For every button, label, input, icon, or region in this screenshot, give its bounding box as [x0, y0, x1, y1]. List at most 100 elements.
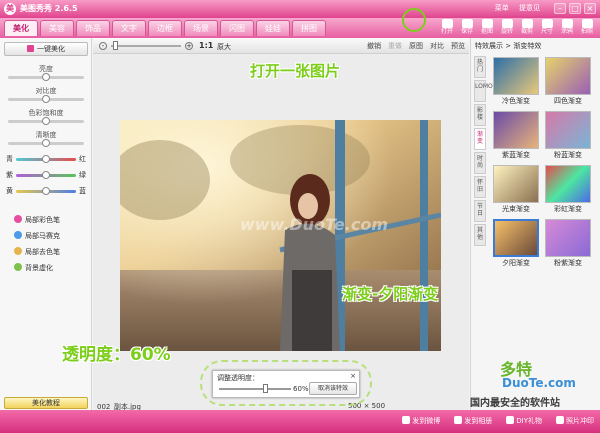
- opacity-slider-handle[interactable]: [263, 384, 268, 393]
- effect-thumb-1[interactable]: 四色渐变: [545, 57, 591, 105]
- color-slider-handle[interactable]: [42, 171, 50, 179]
- zoom-in-icon[interactable]: +: [185, 42, 193, 50]
- share-action-2[interactable]: DIY礼物: [506, 416, 542, 426]
- effect-thumb-4[interactable]: 光束渐变: [493, 165, 539, 213]
- effect-thumb-3[interactable]: 粉蓝渐变: [545, 111, 591, 159]
- local-tool-2[interactable]: 局部去色笔: [14, 247, 60, 257]
- effect-tab-1[interactable]: LOMO: [474, 80, 493, 102]
- wand-icon: [27, 45, 34, 52]
- adjust-slider[interactable]: [8, 95, 84, 103]
- color-slider-handle[interactable]: [42, 187, 50, 195]
- brush-icon: [14, 215, 22, 223]
- close-icon[interactable]: ×: [584, 3, 596, 14]
- tab-4[interactable]: 边框: [148, 20, 182, 36]
- effect-tab-6[interactable]: 节日: [474, 200, 486, 222]
- effect-preview: [545, 57, 591, 95]
- share-actions: 发到微博 发到相册 DIY礼物 照片冲印: [402, 416, 594, 426]
- effect-tab-7[interactable]: 其他: [474, 224, 486, 246]
- color-right-label: 蓝: [79, 187, 86, 195]
- feedback-link[interactable]: 提意见: [519, 4, 540, 12]
- effect-label: 夕阳渐变: [502, 259, 530, 267]
- beautify-tutorial-button[interactable]: 美化教程: [4, 397, 88, 409]
- toolbar-button-5[interactable]: 尺寸: [538, 19, 556, 37]
- menu-link[interactable]: 菜单: [495, 4, 509, 12]
- minimize-icon[interactable]: –: [554, 3, 566, 14]
- photo-canvas[interactable]: www.DuoTe.com: [120, 120, 441, 351]
- toolbar-button-0[interactable]: 打开: [438, 19, 456, 37]
- tab-8[interactable]: 拼图: [292, 20, 326, 36]
- share-action-1[interactable]: 发到相册: [454, 416, 492, 426]
- canvas-tool-4[interactable]: 预览: [451, 41, 465, 51]
- share-action-3[interactable]: 照片冲印: [556, 416, 594, 426]
- meitu-app-icon: 美: [4, 3, 16, 15]
- adjust-slider-row: 对比度: [8, 86, 84, 103]
- tab-6[interactable]: 闪图: [220, 20, 254, 36]
- share-label: 发到微博: [412, 417, 441, 425]
- toolbar-button-6[interactable]: 涂鸦: [558, 19, 576, 37]
- toolbar-button-3[interactable]: 旋转: [498, 19, 516, 37]
- canvas-tool-3[interactable]: 对比: [430, 41, 444, 51]
- effect-preview: [545, 165, 591, 203]
- slider-handle[interactable]: [42, 73, 50, 81]
- tab-1[interactable]: 美容: [40, 20, 74, 36]
- nav-bar: 美化 美容 饰品 文字 边框 场景 闪图 娃娃 拼图 打开 保存 抠图 旋转 裁剪 尺寸 涂鸦 拍照: [0, 18, 600, 38]
- tool-label: 局部彩色笔: [25, 216, 60, 224]
- effect-tab-3[interactable]: 渐变: [474, 128, 486, 150]
- local-tool-0[interactable]: 局部彩色笔: [14, 215, 60, 225]
- effect-label: 粉蓝渐变: [554, 151, 582, 159]
- toolbar-label: 旋转: [500, 28, 513, 35]
- logo-domain: DuoTe.com: [502, 376, 576, 390]
- effect-thumb-7[interactable]: 粉紫渐变: [545, 219, 591, 267]
- effect-tab-4[interactable]: 时尚: [474, 152, 486, 174]
- tab-0[interactable]: 美化: [4, 20, 38, 36]
- tab-5[interactable]: 场景: [184, 20, 218, 36]
- toolbar-button-1[interactable]: 保存: [458, 19, 476, 37]
- effect-preview: [493, 111, 539, 149]
- effect-tab-0[interactable]: 热门: [474, 56, 486, 78]
- actual-size-button[interactable]: 1:1: [199, 41, 213, 50]
- slider-handle[interactable]: [42, 95, 50, 103]
- share-action-0[interactable]: 发到微博: [402, 416, 440, 426]
- effect-thumb-6[interactable]: 夕阳渐变: [493, 219, 539, 267]
- effect-tab-5[interactable]: 怀旧: [474, 176, 486, 198]
- dialog-close-icon[interactable]: ×: [350, 372, 356, 380]
- toolbar-button-7[interactable]: 拍照: [578, 19, 596, 37]
- logo-slogan: 国内最安全的软件站: [470, 398, 560, 409]
- maximize-icon[interactable]: □: [569, 3, 581, 14]
- tab-7[interactable]: 娃娃: [256, 20, 290, 36]
- one-key-beautify-button[interactable]: 一键美化: [4, 42, 88, 56]
- tab-3[interactable]: 文字: [112, 20, 146, 36]
- canvas-tool-2[interactable]: 原图: [409, 41, 423, 51]
- slider-handle[interactable]: [42, 139, 50, 147]
- adjust-slider[interactable]: [8, 117, 84, 125]
- slider-handle[interactable]: [42, 117, 50, 125]
- effect-thumb-0[interactable]: 冷色渐变: [493, 57, 539, 105]
- effect-thumb-5[interactable]: 彩虹渐变: [545, 165, 591, 213]
- share-icon: [402, 416, 411, 424]
- tab-2[interactable]: 饰品: [76, 20, 110, 36]
- original-size-label[interactable]: 原大: [217, 42, 231, 52]
- tool-label: 局部去色笔: [25, 248, 60, 256]
- cancel-effect-button[interactable]: 取消该特效: [309, 382, 357, 395]
- effect-label: 冷色渐变: [502, 97, 530, 105]
- local-tool-1[interactable]: 局部马赛克: [14, 231, 60, 241]
- canvas-tool-1[interactable]: 重做: [388, 41, 402, 51]
- color-slider-handle[interactable]: [42, 155, 50, 163]
- zoom-out-icon[interactable]: -: [99, 42, 107, 50]
- color-left-label: 青: [6, 155, 13, 163]
- toolbar-button-4[interactable]: 裁剪: [518, 19, 536, 37]
- local-tool-3[interactable]: 背景虚化: [14, 263, 53, 273]
- adjust-slider[interactable]: [8, 73, 84, 81]
- toolbar-icon: [501, 19, 513, 28]
- breadcrumb: 特效展示 > 渐变特效: [475, 42, 542, 50]
- canvas-tool-0[interactable]: 撤销: [367, 41, 381, 51]
- share-icon: [506, 416, 515, 424]
- toolbar-button-2[interactable]: 抠图: [478, 19, 496, 37]
- zoom-slider-handle[interactable]: [113, 41, 118, 50]
- effect-tab-2[interactable]: 影楼: [474, 104, 486, 126]
- zoom-slider[interactable]: [111, 45, 181, 47]
- effect-thumb-2[interactable]: 紫蓝渐变: [493, 111, 539, 159]
- toolbar-icon: [561, 19, 573, 28]
- opacity-slider[interactable]: [219, 388, 291, 390]
- adjust-slider[interactable]: [8, 139, 84, 147]
